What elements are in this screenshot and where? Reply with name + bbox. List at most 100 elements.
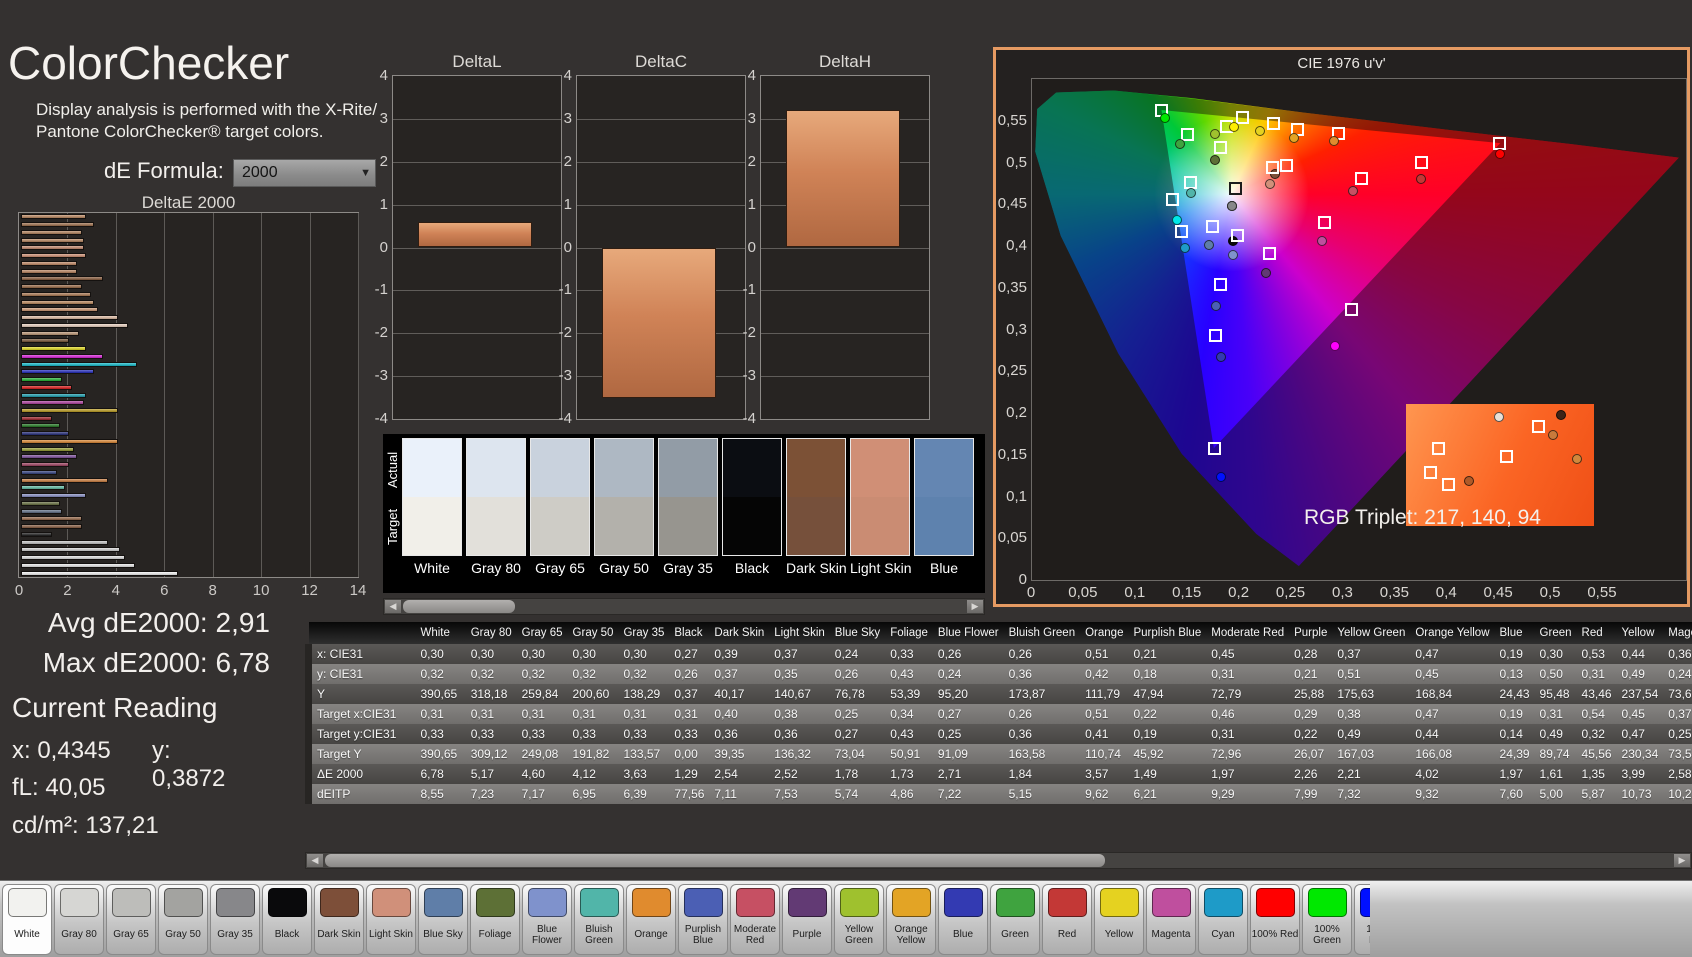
scroll-left-icon[interactable]: ◀ [307,854,323,867]
patch-button-100-green[interactable]: 100% Green [1302,884,1352,955]
table-col-header: Orange Yellow [1410,622,1495,644]
axis-tick-label: 2 [379,152,388,170]
table-row: Y 390,65 318,18 259,84 200,60 138,29 0,37 40,17… [305,684,1692,704]
table-cell: 1,84 [1003,764,1081,784]
de-formula-dropdown[interactable]: 2000 ▼ [233,159,376,187]
strip-scroll-thumb[interactable] [403,600,515,613]
patch-button-white[interactable]: White [2,884,52,955]
table-cell: 0,31 [1534,704,1577,724]
patch-button-blue-sky[interactable]: Blue Sky [418,884,468,955]
table-cell: 0,38 [1332,704,1411,724]
table-cell: 0,25 [1663,724,1692,744]
patch-button-yellow[interactable]: Yellow [1094,884,1144,955]
avg-de2000: Avg dE2000: 2,91 [47,607,270,638]
table-cell: 24,43 [1494,684,1535,704]
table-cell: 0,51 [1080,704,1129,724]
scroll-right-icon[interactable]: ▶ [1674,854,1690,867]
deltae-bar [21,407,118,413]
axis-tick-label: 0,1 [1006,487,1027,505]
table-cell: 390,65 [415,744,466,764]
scroll-left-icon[interactable]: ◀ [385,600,401,613]
patch-button-orange[interactable]: Orange [626,884,676,955]
table-col-header: Yellow Green [1332,622,1411,644]
patch-color-swatch [1151,888,1191,917]
table-cell: 2,52 [769,764,830,784]
deltae-bar [21,284,82,290]
table-col-header: Blue Flower [932,622,1004,644]
patch-button-gray-80[interactable]: Gray 80 [54,884,104,955]
patch-button-moderate-red[interactable]: Moderate Red [730,884,780,955]
table-cell: 0,37 [1663,704,1692,724]
patch-button-label: White [14,929,40,941]
scroll-right-icon[interactable]: ▶ [967,600,983,613]
patch-button-blue-flower[interactable]: Blue Flower [522,884,572,955]
table-scrollbar[interactable]: ◀ ▶ [305,852,1692,869]
table-cell: 167,03 [1332,744,1411,764]
patch-button-orange-yellow[interactable]: Orange Yellow [886,884,936,955]
delta-chart-deltal [392,75,562,420]
table-row-label: Target y:CIE31 [305,724,416,744]
table-cell: 6,21 [1128,784,1207,804]
table-cell: 1,49 [1128,764,1207,784]
deltae-bar [21,493,87,499]
patch-button-light-skin[interactable]: Light Skin [366,884,416,955]
patch-button-label: Bluish Green [585,924,613,946]
table-cell: 7,17 [516,784,568,804]
table-cell: 24,39 [1494,744,1535,764]
axis-tick-label: -4 [374,410,388,427]
patch-button-foliage[interactable]: Foliage [470,884,520,955]
table-cell: 140,67 [769,684,830,704]
cie-target-marker [1228,182,1242,196]
patch-button-bluish-green[interactable]: Bluish Green [574,884,624,955]
table-cell: 0,44 [1410,724,1495,744]
axis-tick-label: -2 [374,324,388,342]
axis-tick-label: 0,05 [1068,584,1098,601]
deltae-bar [21,516,82,522]
patch-button-red[interactable]: Red [1042,884,1092,955]
patch-button-blue[interactable]: Blue [938,884,988,955]
cie-target-marker [1280,158,1294,172]
patch-button-100-blue[interactable]: 100% Blue [1354,884,1370,955]
table-cell: 0,26 [1003,704,1081,724]
patch-button-gray-65[interactable]: Gray 65 [106,884,156,955]
patch-swatch-black [722,438,782,556]
patch-button-label: Orange [634,929,668,941]
patch-button-100-red[interactable]: 100% Red [1250,884,1300,955]
strip-scrollbar[interactable]: ◀ ▶ [383,598,985,615]
cie-measured-marker [1572,454,1582,464]
deltae-bar [21,423,60,429]
table-cell: 0,51 [1332,664,1411,684]
patch-button-magenta[interactable]: Magenta [1146,884,1196,955]
table-cell: 7,60 [1494,784,1535,804]
deltae-bar [21,570,179,576]
patch-button-green[interactable]: Green [990,884,1040,955]
deltae-bar [21,369,94,375]
table-cell: 2,71 [932,764,1004,784]
patch-button-purplish-blue[interactable]: Purplish Blue [678,884,728,955]
table-cell: 136,32 [769,744,830,764]
deltae-bar [21,384,72,390]
reading-fl: fL: 40,05 [12,774,106,801]
patch-button-yellow-green[interactable]: Yellow Green [834,884,884,955]
patch-button-black[interactable]: Black [262,884,312,955]
axis-tick-label: 4 [379,67,388,84]
patch-button-gray-35[interactable]: Gray 35 [210,884,260,955]
table-scroll-thumb[interactable] [325,854,1105,867]
patch-button-purple[interactable]: Purple [782,884,832,955]
deltae-chart [18,212,359,578]
table-cell: 249,08 [516,744,568,764]
table-cell: 1,61 [1534,764,1577,784]
deltae-bar [21,446,75,452]
patch-button-cyan[interactable]: Cyan [1198,884,1248,955]
cie-target-marker [1432,442,1445,455]
patch-button-dark-skin[interactable]: Dark Skin [314,884,364,955]
patch-swatch-label: Dark Skin [786,560,847,576]
axis-tick-label: 4 [747,67,756,84]
table-col-header: Gray 50 [567,622,619,644]
table-cell: 230,34 [1616,744,1664,764]
table-row-label: dEITP [305,784,416,804]
patch-button-gray-50[interactable]: Gray 50 [158,884,208,955]
table-cell: 0,31 [1576,664,1617,684]
table-cell: 0,38 [769,704,830,724]
table-cell: 168,84 [1410,684,1495,704]
